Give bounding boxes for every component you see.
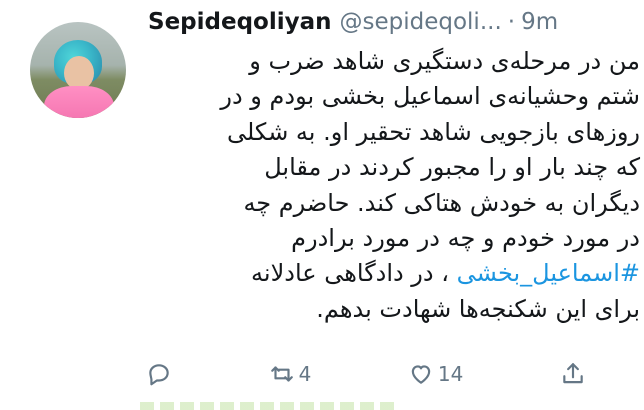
tweet-text: من در مرحله‌ی دستگیری شاهد ضرب و شتم وحش… xyxy=(214,44,640,327)
author-handle[interactable]: @sepideqoli... xyxy=(340,9,502,35)
separator-dot: · xyxy=(507,9,516,35)
tweet-line-rest: ، در دادگاهی عادلانه xyxy=(251,259,457,288)
like-count: 14 xyxy=(437,362,464,386)
tweet[interactable]: Sepideqoliyan @sepideqoli... · 9m من در … xyxy=(0,0,644,410)
tweet-line: دیگران به خودش هتاکی کند. حاضرم چه xyxy=(243,188,640,217)
avatar-face xyxy=(64,56,94,90)
heart-icon xyxy=(411,365,431,384)
tweet-line: روزهای بازجویی شاهد تحقیر او. به شکلی xyxy=(226,117,640,146)
timestamp[interactable]: 9m xyxy=(521,9,558,35)
tweet-line: برای این شکنجه‌ها شهادت بدهم. xyxy=(316,294,640,323)
avatar-body xyxy=(44,86,114,118)
tweet-line-hashtag: #اسماعیل_بخشی ، در دادگاهی عادلانه xyxy=(214,256,640,291)
tweet-line: شتم وحشیانه‌ی اسماعیل بخشی بودم و در xyxy=(220,82,640,111)
retweet-count: 4 xyxy=(298,362,312,386)
tweet-line: من در مرحله‌ی دستگیری شاهد ضرب و xyxy=(249,47,640,75)
next-tweet-preview-strip xyxy=(140,402,400,410)
hashtag-link[interactable]: #اسماعیل_بخشی xyxy=(457,259,640,287)
retweet-button[interactable]: 4 xyxy=(269,361,312,387)
share-icon xyxy=(563,363,583,384)
avatar[interactable] xyxy=(30,22,126,118)
reply-button[interactable] xyxy=(146,361,172,387)
tweet-line: که چند بار او را مجبور کردند در مقابل xyxy=(264,153,640,182)
like-button[interactable]: 14 xyxy=(408,361,463,387)
retweet-icon xyxy=(270,366,293,382)
share-button[interactable] xyxy=(560,361,586,387)
reply-icon xyxy=(149,364,169,386)
tweet-line: در مورد خودم و چه در مورد برادرم xyxy=(291,224,640,253)
tweet-actions: 4 14 xyxy=(146,358,586,390)
author-name[interactable]: Sepideqoliyan xyxy=(148,9,332,35)
tweet-header: Sepideqoliyan @sepideqoli... · 9m xyxy=(148,2,636,42)
